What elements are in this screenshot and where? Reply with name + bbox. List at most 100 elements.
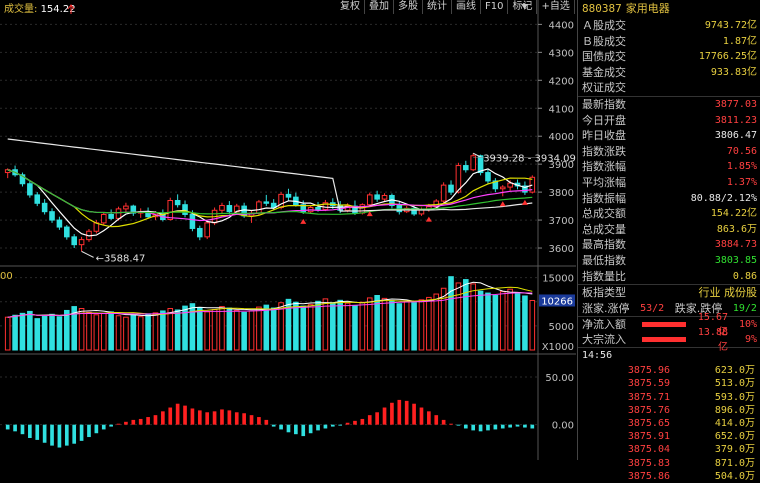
- volume-bar: [463, 279, 469, 351]
- signal-arrow-icon: [499, 201, 506, 207]
- signal-arrow-icon: [521, 199, 528, 205]
- volume-bar: [263, 304, 270, 351]
- flow-bar: [642, 337, 686, 343]
- volume-bar: [529, 299, 536, 351]
- stat-row: 国债成交 17766.25亿: [578, 49, 760, 65]
- toolbar-stats-button[interactable]: 统计: [423, 0, 452, 14]
- volume-bar: [499, 291, 506, 351]
- stat-label: 最新指数: [582, 97, 626, 111]
- volume-bar: [270, 307, 277, 351]
- candle-body: [108, 213, 114, 219]
- tick-volume: 379.0万: [714, 444, 755, 456]
- kline-chart-svg[interactable]: 4400430042004100400039003800370036003939…: [0, 0, 576, 460]
- price-tick-label: 4200: [549, 76, 574, 87]
- stat-value: 17766.25亿: [698, 51, 757, 63]
- volume-bar: [426, 296, 432, 351]
- stat-row: 总成交额 154.22亿: [578, 206, 760, 222]
- volume-unit-label: X1000: [542, 342, 574, 353]
- tick-price: 3875.04: [627, 444, 670, 456]
- toolbar-add-watchlist-button[interactable]: +自选: [537, 0, 575, 14]
- flow-label: 大宗流入: [582, 333, 626, 347]
- tick-price: 3875.59: [627, 378, 670, 390]
- board-type-label: 板指类型: [582, 286, 626, 300]
- candle-body: [189, 213, 196, 229]
- stat-row: 最新指数 3877.03: [578, 97, 760, 113]
- stat-row: 指数涨跌 70.56: [578, 144, 760, 160]
- candle-body: [463, 165, 469, 171]
- volume-bar: [41, 315, 48, 351]
- volume-bar: [485, 292, 491, 351]
- tick-list[interactable]: 3875.96 623.0万 3875.59 513.0万 3875.71 593.0万 3…: [578, 364, 760, 483]
- volume-bar: [93, 314, 100, 351]
- candle-body: [115, 208, 122, 219]
- volume-bar: [248, 310, 255, 351]
- volume-bar: [64, 309, 70, 351]
- volume-bar: [411, 302, 417, 351]
- capital-flows: 净流入额 15.67亿 10% 大宗流入 13.88亿 9%: [578, 312, 760, 353]
- toolbar-draw-button[interactable]: 画线: [452, 0, 481, 14]
- stat-label: 总成交额: [582, 207, 626, 221]
- tick-volume: 652.0万: [714, 431, 755, 443]
- price-tick-label: 3700: [549, 216, 574, 227]
- toolbar-fuquan-button[interactable]: 复权: [336, 0, 365, 14]
- volume-bar: [123, 316, 129, 351]
- board-type-value[interactable]: 行业 成份股: [699, 285, 758, 301]
- candle-body: [197, 227, 203, 238]
- stat-value: 3811.23: [714, 114, 757, 126]
- candle-body: [366, 194, 373, 206]
- candle-body: [263, 201, 270, 204]
- stat-row: 权证成交: [578, 80, 760, 96]
- updown-value: 53/2: [640, 302, 665, 314]
- volume-bar: [337, 299, 343, 351]
- stat-group: 最新指数 3877.03 今日开盘 3811.23 昨日收盘 3806.47 指数涨跌 70.…: [578, 95, 760, 284]
- toolbar-multistock-button[interactable]: 多股: [394, 0, 423, 14]
- volume-bar: [418, 299, 425, 351]
- tick-volume: 871.0万: [714, 457, 755, 469]
- stat-value: 3884.73: [714, 239, 757, 251]
- updown-row: 涨家.涨停 53/2 跌家.跌停 19/2: [578, 301, 760, 317]
- volume-bar: [293, 301, 299, 351]
- stat-row: 今日开盘 3811.23: [578, 113, 760, 129]
- ma120-line: [7, 138, 533, 212]
- volume-bar: [12, 314, 18, 351]
- price-tick-label: 4400: [549, 20, 574, 31]
- stat-row: 最高指数 3884.73: [578, 237, 760, 253]
- volume-bar: [307, 304, 314, 351]
- stat-value: 3803.85: [714, 254, 757, 266]
- candle-body: [507, 182, 513, 188]
- toolbar-mark-button[interactable]: 标记: [508, 0, 538, 14]
- tick-row: 3875.96 623.0万: [578, 364, 760, 377]
- tick-row: 3875.59 513.0万: [578, 377, 760, 390]
- toolbar-f10-button[interactable]: F10: [481, 0, 509, 14]
- volume-bar: [396, 303, 403, 351]
- tick-price: 3875.65: [627, 418, 670, 430]
- volume-bar: [315, 300, 321, 351]
- stat-label: 基金成交: [582, 65, 626, 79]
- low-annotation-label: ←3588.47: [96, 253, 146, 264]
- stat-value: 3877.03: [714, 98, 757, 110]
- flow-bar: [642, 322, 686, 328]
- macd-tick-label: 50.00: [545, 373, 574, 384]
- tick-time: 14:56: [578, 347, 760, 364]
- candle-body: [374, 194, 380, 200]
- volume-bar: [226, 307, 233, 351]
- volume-bar: [256, 306, 262, 351]
- stat-value: 70.56: [726, 145, 757, 157]
- volume-bar: [78, 308, 85, 351]
- volume-bar: [4, 316, 11, 351]
- volume-tick-label: 5000: [549, 322, 574, 333]
- candle-body: [71, 236, 77, 246]
- volume-bar: [204, 311, 210, 351]
- toolbar-overlay-button[interactable]: 叠加: [365, 0, 394, 14]
- stat-label: 最高指数: [582, 238, 626, 252]
- stat-group: Ａ股成交 9743.72亿 Ｂ股成交 1.87亿 国债成交 17766.25亿 基金成交 93…: [578, 18, 760, 96]
- volume-bar: [152, 312, 159, 351]
- stat-row: 最低指数 3803.85: [578, 253, 760, 269]
- kline-chart-area[interactable]: 4400 4300 4200 4100 4000 3900 3800 3700 3600 3939…: [0, 0, 576, 460]
- flow-label: 净流入额: [582, 318, 626, 332]
- volume-bar: [455, 282, 462, 351]
- price-tick-label: 3800: [549, 188, 574, 199]
- volume-current-value: 10266: [541, 296, 573, 307]
- tick-row: 3875.65 414.0万: [578, 417, 760, 430]
- candle-body: [41, 202, 48, 213]
